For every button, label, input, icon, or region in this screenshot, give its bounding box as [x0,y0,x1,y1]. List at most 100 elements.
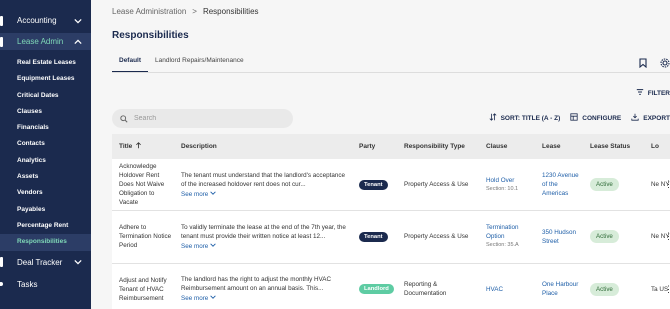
sidebar-item-assets[interactable]: Assets [0,169,91,185]
sidebar-submenu: Real Estate Leases Equipment Leases Crit… [0,55,91,251]
table-row[interactable]: Adjust and Notify Tenant of HVAC Reimbur… [112,263,670,309]
see-more-label: See more [181,190,209,198]
configure-button[interactable]: CONFIGURE [570,113,621,123]
chevron-up-icon [73,37,83,47]
lease-admin-icon [0,36,3,47]
sort-arrow-up-icon [135,141,142,152]
column-header-lease[interactable]: Lease [535,142,583,151]
row-type: Property Access & Use [404,181,469,189]
export-label: EXPORT [643,114,670,122]
row-type: Property Access & Use [404,233,469,241]
tabs-divider [112,72,670,73]
chevron-down-icon [210,190,217,199]
column-header-title[interactable]: Title [112,141,174,152]
sidebar-item-responsibilities[interactable]: Responsibilities [0,234,91,251]
export-button[interactable]: EXPORT [631,113,670,123]
chevron-down-icon [73,257,83,267]
row-description: The landlord has the right to adjust the… [174,275,352,303]
export-icon [631,113,639,123]
row-party: Landlord [352,284,397,295]
sort-icon [489,113,497,123]
clause-link[interactable]: Termination Option [486,223,535,241]
sidebar-item-deal-tracker[interactable]: Deal Tracker [0,254,91,271]
see-more-link[interactable]: See more [181,190,217,199]
lease-link[interactable]: 1230 Avenue of the Americas [535,171,583,198]
configure-label: CONFIGURE [582,114,622,122]
sidebar-item-percentage-rent[interactable]: Percentage Rent [0,218,91,234]
tab-landlord-repairs[interactable]: Landlord Repairs/Maintenance [148,53,251,73]
sidebar-item-tasks[interactable]: Tasks [0,276,91,293]
tab-default[interactable]: Default [112,53,149,73]
breadcrumb-parent[interactable]: Lease Administration [112,7,186,16]
column-header-location[interactable]: Lo [645,142,670,151]
gear-icon[interactable] [660,55,670,73]
row-menu-icon[interactable]: ⋮ [664,180,670,189]
column-header-description[interactable]: Description [174,142,352,151]
search-icon [120,110,128,128]
sidebar-item-lease-admin[interactable]: Lease Admin [0,33,91,50]
sidebar-item-analytics[interactable]: Analytics [0,153,91,169]
see-more-link[interactable]: See more [181,242,217,251]
row-title: Adjust and Notify Tenant of HVAC Reimbur… [119,276,167,302]
lease-link[interactable]: One Harbour Place [535,280,583,298]
row-clause: Termination Option Section: 35.A [479,223,535,250]
page-title: Responsibilities [112,30,189,41]
sidebar-item-label: Lease Admin [17,37,64,46]
breadcrumb-separator: > [192,7,197,16]
breadcrumb: Lease Administration > Responsibilities [112,7,259,16]
row-menu-icon[interactable]: ⋮ [664,284,670,294]
column-header-type[interactable]: Responsibility Type [397,142,479,151]
sidebar-item-accounting[interactable]: Accounting [0,12,91,29]
bookmark-icon[interactable] [638,55,648,73]
row-type: Reporting & Documentation [404,281,447,298]
table-row[interactable]: Acknowledge Holdover Rent Does Not Waive… [112,159,670,212]
row-status: Active [583,282,645,296]
filter-label: FILTER [647,89,670,97]
sidebar-item-real-estate-leases[interactable]: Real Estate Leases [0,55,91,71]
clause-link[interactable]: Hold Over [486,176,535,185]
deal-tracker-icon [0,257,3,268]
row-clause: HVAC [479,285,535,294]
sidebar-item-financials[interactable]: Financials [0,120,91,136]
column-header-label: Title [119,143,133,150]
clause-link[interactable]: HVAC [486,285,535,294]
filter-icon [636,88,644,98]
row-menu-icon[interactable]: ⋮ [664,232,670,241]
sidebar: Accounting Lease Admin Real Estate Lease… [0,0,91,309]
lease-link[interactable]: 350 Hudson Street [535,228,583,246]
status-badge: Active [590,178,619,192]
column-header-status[interactable]: Lease Status [583,143,645,150]
description-text: The landlord has the right to adjust the… [181,276,332,293]
description-text: To validly terminate the lease at the en… [181,223,346,240]
sidebar-item-equipment-leases[interactable]: Equipment Leases [0,71,91,87]
row-status: Active [583,230,645,244]
description-text: The tenant must understand that the land… [181,171,345,188]
view-tabs: Default Landlord Repairs/Maintenance [112,53,251,73]
see-more-link[interactable]: See more [181,294,217,303]
sidebar-item-critical-dates[interactable]: Critical Dates [0,88,91,104]
status-badge: Active [590,282,619,296]
chevron-down-icon [210,294,217,303]
sidebar-item-label: Tasks [17,279,38,289]
table-header: Title Description Party Responsibility T… [112,134,670,159]
sidebar-item-clauses[interactable]: Clauses [0,104,91,120]
row-description: The tenant must understand that the land… [174,171,352,199]
sort-button[interactable]: SORT: TITLE (A - Z) [489,113,561,123]
sidebar-item-vendors[interactable]: Vendors [0,185,91,201]
column-header-clause[interactable]: Clause [479,142,535,151]
filter-button[interactable]: FILTER [636,88,670,98]
sidebar-item-label: Deal Tracker [17,257,63,267]
clause-section: Section: 35.A [486,242,519,249]
table-row[interactable]: Adhere to Termination Notice Period To v… [112,211,670,264]
accounting-icon [0,15,3,26]
sort-label: SORT: TITLE (A - Z) [500,114,561,122]
search-input[interactable] [134,115,284,122]
sidebar-item-payables[interactable]: Payables [0,202,91,218]
clause-section: Section: 10.1 [486,185,519,192]
sidebar-item-contacts[interactable]: Contacts [0,136,91,152]
main-content: Lease Administration > Responsibilities … [91,0,670,309]
sidebar-item-label: Accounting [17,16,57,25]
party-badge: Tenant [359,231,388,242]
column-header-party[interactable]: Party [352,143,397,150]
chevron-down-icon [210,242,217,251]
